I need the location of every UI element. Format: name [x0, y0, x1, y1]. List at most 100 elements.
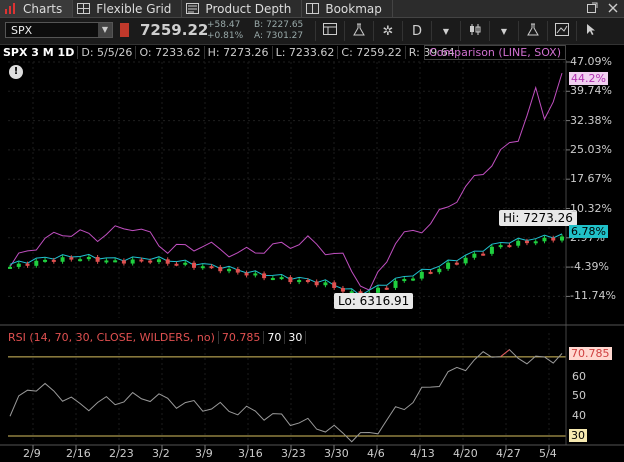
candle-body: [104, 260, 109, 263]
rsi-lower-level: 30: [285, 330, 307, 344]
timeframe-label: D: [411, 23, 422, 39]
rsi-axis-label: 50: [572, 389, 586, 403]
price-badge: 6.78%: [569, 225, 608, 238]
x-axis-label: 3/9: [195, 447, 213, 460]
rsi-study-label[interactable]: RSI (14, 70, 30, CLOSE, WILDERS, no): [5, 330, 219, 344]
close-icon[interactable]: [608, 2, 618, 16]
chevron-down-icon[interactable]: ▼: [98, 23, 112, 37]
bid-value: B: 7227.65: [254, 20, 304, 30]
tab-charts[interactable]: Charts: [0, 0, 74, 17]
comparison-label[interactable]: Comparison (LINE, SOX): [424, 45, 566, 60]
net-change: +58.47 +0.81%: [207, 20, 243, 42]
candle-body: [16, 263, 21, 267]
candle-body: [262, 273, 267, 279]
bar-close: C: 7259.22: [338, 45, 406, 59]
bookmap-icon: [306, 3, 320, 14]
candle-body: [428, 271, 433, 274]
drawing-tool-button[interactable]: [547, 21, 576, 41]
rsi-line: [9, 348, 563, 443]
candle-body: [130, 259, 135, 264]
candle-body: [551, 237, 556, 241]
style-dropdown[interactable]: ▼: [489, 21, 518, 41]
rsi-extreme-segment: [500, 349, 510, 358]
x-axis-label: 2/16: [66, 447, 91, 460]
tab-flexible-grid[interactable]: Flexible Grid: [73, 0, 183, 17]
candle-body: [305, 280, 310, 283]
settings-button[interactable]: ✲: [373, 21, 402, 41]
x-axis-label: 4/6: [367, 447, 385, 460]
alert-icon[interactable]: !: [9, 65, 23, 79]
price-chart: [0, 60, 624, 449]
x-axis-label: 4/13: [410, 447, 435, 460]
y-axis-label: 10.32%: [570, 201, 612, 215]
y-axis-label: 47.09%: [570, 55, 612, 68]
x-axis-label: 2/23: [109, 447, 134, 460]
x-axis-label: 4/27: [496, 447, 521, 460]
rsi-axis-label: 60: [572, 369, 586, 383]
candle-body: [288, 277, 293, 283]
flask-icon: [353, 23, 365, 40]
tab-strip: Charts Flexible Grid Product Depth Bookm…: [0, 0, 624, 18]
symbol-input[interactable]: SPX ▼: [5, 22, 113, 38]
candle-body: [402, 279, 407, 282]
candle-body: [446, 262, 451, 269]
comparison-badge: 44.2%: [569, 72, 608, 85]
pointer-icon: [586, 23, 596, 40]
candle-body: [524, 240, 529, 244]
candle-body: [209, 266, 214, 269]
chart-toolbar: SPX ▼ 7259.22 +58.47 +0.81% B: 7227.65 A…: [0, 18, 624, 45]
rsi-axis-label: 40: [572, 409, 586, 423]
candle-body: [411, 278, 416, 281]
grid-layout-button[interactable]: [315, 21, 344, 41]
compare-button[interactable]: [518, 21, 547, 41]
candle-body: [34, 260, 39, 266]
candle-body: [121, 260, 126, 264]
candle-body: [60, 257, 65, 262]
net-change-pct: +0.81%: [207, 31, 244, 41]
candle-body: [244, 272, 249, 276]
ask-value: A: 7301.27: [254, 31, 304, 41]
x-axis-label: 5/4: [539, 447, 557, 460]
studies-button[interactable]: [344, 21, 373, 41]
candle-body: [165, 259, 170, 264]
candle-body: [297, 280, 302, 283]
candle-body: [51, 259, 56, 262]
candle-body: [472, 253, 477, 258]
x-axis-label: 3/30: [324, 447, 349, 460]
candle-body: [218, 266, 223, 272]
detach-icon[interactable]: [587, 2, 598, 16]
bar-chart-icon: [4, 3, 18, 14]
rsi-upper-level: 70: [264, 330, 286, 344]
candle-body: [314, 281, 319, 286]
rsi-lower-badge: 30: [569, 429, 587, 442]
y-axis-label: -4.39%: [570, 260, 609, 274]
candle-body: [69, 257, 74, 260]
candle-body: [393, 280, 398, 288]
candlestick-icon: [468, 23, 482, 40]
pointer-button[interactable]: [576, 21, 605, 41]
tab-bookmap[interactable]: Bookmap: [302, 0, 393, 17]
timeframe-button[interactable]: D: [402, 21, 431, 41]
chart-style-button[interactable]: [460, 21, 489, 41]
x-axis-label: 2/9: [23, 447, 41, 460]
candle-body: [174, 263, 179, 266]
y-axis-label: -11.74%: [570, 289, 616, 303]
candle-body: [560, 236, 564, 241]
candle-body: [332, 282, 337, 288]
candle-body: [463, 257, 468, 264]
price-line: [9, 233, 563, 297]
candle-body: [183, 262, 188, 265]
bar-high: H: 7273.26: [205, 45, 273, 59]
y-axis-label: 25.03%: [570, 142, 612, 156]
timeframe-dropdown[interactable]: ▼: [431, 21, 460, 41]
candle-body: [200, 266, 205, 269]
drawing-icon: [555, 22, 569, 40]
candle-body: [323, 282, 328, 286]
candle-body: [507, 245, 512, 248]
symbol-color-marker: [120, 23, 129, 37]
chart-title[interactable]: SPX 3 M 1D: [0, 45, 79, 59]
candle-body: [8, 266, 12, 269]
tab-product-depth[interactable]: Product Depth: [182, 0, 303, 17]
high-annotation: Hi: 7273.26: [499, 210, 577, 226]
candle-body: [253, 273, 258, 276]
